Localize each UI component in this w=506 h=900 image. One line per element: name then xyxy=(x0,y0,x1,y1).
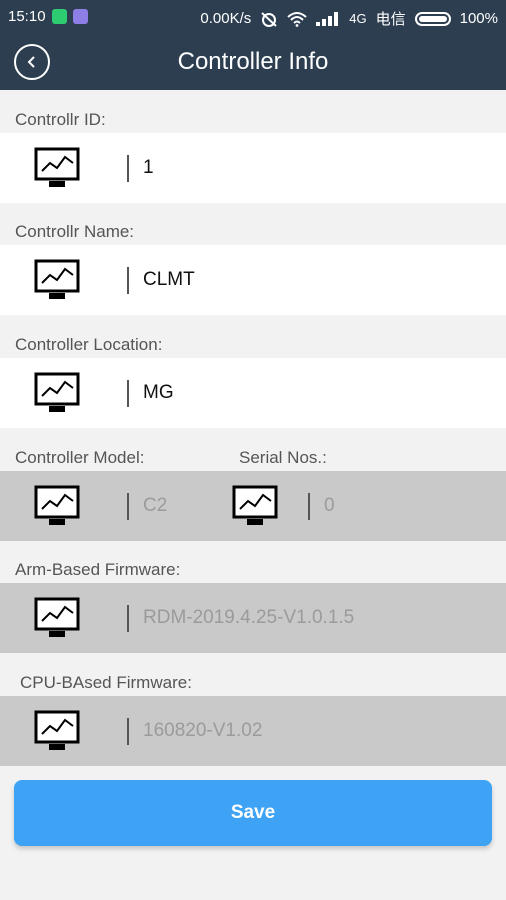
monitor-chart-icon xyxy=(34,147,80,187)
controller-model-value: C2 xyxy=(143,495,168,516)
controller-id-row[interactable]: 1 xyxy=(0,133,506,203)
controller-model-label: Controller Model: xyxy=(15,448,145,467)
save-button[interactable]: Save xyxy=(14,780,492,846)
controller-location-label: Controller Location: xyxy=(15,335,163,354)
monitor-chart-icon xyxy=(34,485,80,525)
field-divider xyxy=(127,493,129,520)
carrier: 电信 xyxy=(375,11,406,28)
controller-location-row[interactable]: MG xyxy=(0,358,506,428)
notification-icon xyxy=(51,9,67,24)
alarm-off-icon xyxy=(261,11,277,27)
battery-level: 100% xyxy=(459,10,498,27)
model-serial-row: C2 0 xyxy=(0,471,506,541)
net-speed: 0.00K/s xyxy=(200,10,252,27)
network-type: 4G xyxy=(349,11,367,26)
controller-location-input[interactable]: MG xyxy=(143,382,174,404)
monitor-chart-icon xyxy=(232,485,278,525)
cpu-firmware-row: 160820-V1.02 xyxy=(0,696,506,766)
monitor-chart-icon xyxy=(34,372,80,412)
controller-id-input[interactable]: 1 xyxy=(143,157,154,179)
arm-firmware-value: RDM-2019.4.25-V1.0.1.5 xyxy=(143,607,355,628)
field-divider xyxy=(127,155,129,182)
monitor-chart-icon xyxy=(34,597,80,637)
field-divider xyxy=(127,267,129,294)
controller-name-row[interactable]: CLMT xyxy=(0,245,506,315)
serial-nos-value: 0 xyxy=(324,495,335,516)
app-header: Controller Info xyxy=(0,34,506,90)
monitor-chart-icon xyxy=(34,259,80,299)
field-divider xyxy=(308,493,310,520)
cpu-firmware-value: 160820-V1.02 xyxy=(143,720,263,741)
signal-icon xyxy=(316,11,339,26)
wifi-icon xyxy=(287,11,307,27)
controller-name-input[interactable]: CLMT xyxy=(143,269,195,291)
app-notification-icon xyxy=(72,9,88,24)
status-time: 15:10 xyxy=(8,8,46,25)
controller-id-label: Controllr ID: xyxy=(15,110,106,129)
cpu-firmware-label: CPU-BAsed Firmware: xyxy=(20,673,192,692)
field-divider xyxy=(127,380,129,407)
arm-firmware-row: RDM-2019.4.25-V1.0.1.5 xyxy=(0,583,506,653)
save-button-label: Save xyxy=(230,802,276,823)
page-title: Controller Info xyxy=(177,48,329,75)
status-bar: 15:10 0.00K/s 4G 电信 100% xyxy=(0,0,506,34)
field-divider xyxy=(127,605,129,632)
monitor-chart-icon xyxy=(34,710,80,750)
field-divider xyxy=(127,718,129,745)
serial-nos-label: Serial Nos.: xyxy=(239,448,327,467)
arm-firmware-label: Arm-Based Firmware: xyxy=(15,560,181,579)
battery-icon xyxy=(414,11,451,26)
controller-name-label: Controllr Name: xyxy=(15,222,135,241)
